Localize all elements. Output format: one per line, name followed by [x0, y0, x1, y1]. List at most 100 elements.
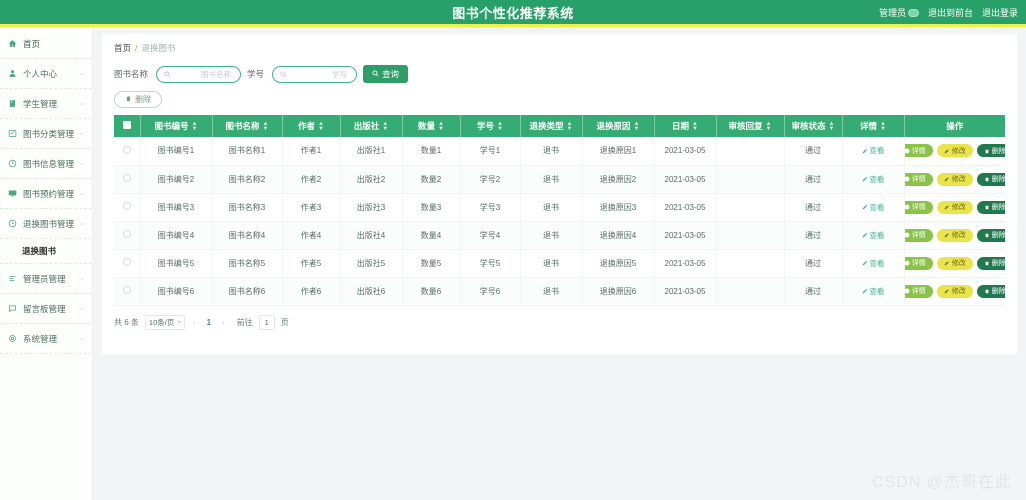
sidebar-item-book-info-management[interactable]: 图书信息管理 ⌄: [0, 149, 92, 179]
cell-return-type: 退书: [520, 165, 583, 194]
col-return-type[interactable]: 退换类型 ▲ ▼: [520, 115, 583, 137]
search-button[interactable]: 查询: [363, 65, 409, 83]
sidebar-item-label: 管理员管理: [23, 273, 66, 284]
cell-return-type: 退书: [520, 193, 583, 222]
cell-operations[interactable]: 详情 修改 删除: [904, 165, 1005, 194]
book-name-field[interactable]: [156, 65, 242, 83]
sidebar-item-book-category-management[interactable]: 图书分类管理 ⌄: [0, 119, 92, 149]
sidebar-subitem-label: 退换图书: [22, 246, 57, 256]
page-number-1[interactable]: 1: [204, 318, 214, 327]
row-select-checkbox[interactable]: [114, 249, 141, 278]
sidebar-item-message-board-management[interactable]: 留言板管理 ⌄: [0, 294, 92, 324]
prev-page-button[interactable]: ‹: [191, 318, 198, 327]
row-select-checkbox[interactable]: [114, 277, 141, 306]
sidebar: 首页 个人中心 ⌄ 学生管理 ⌄ 图书分类管理 ⌄ 图书信息管理 ⌄ 图书预约管…: [0, 27, 93, 500]
row-select-checkbox[interactable]: [114, 137, 141, 166]
sort-icon: ▲ ▼: [880, 120, 886, 132]
sort-icon: ▲ ▼: [438, 120, 444, 132]
col-detail[interactable]: 详情 ▲ ▼: [842, 115, 905, 137]
cell-book-id: 图书编号5: [140, 249, 213, 278]
col-publisher[interactable]: 出版社 ▲ ▼: [340, 115, 403, 137]
cell-review-status: 通过: [784, 193, 843, 222]
cell-operations[interactable]: 详情 修改 删除: [904, 137, 1005, 166]
breadcrumb-current: 退换图书: [141, 43, 176, 53]
logout-link[interactable]: 退出登录: [982, 6, 1018, 19]
row-select-checkbox[interactable]: [114, 193, 141, 222]
book-icon: [7, 98, 18, 109]
cell-operations[interactable]: 详情 修改 删除: [904, 277, 1005, 306]
grid-icon: [7, 128, 18, 139]
col-book-id[interactable]: 图书编号 ▲ ▼: [140, 115, 213, 137]
bulk-delete-button[interactable]: 删除: [114, 91, 162, 108]
cell-detail[interactable]: 查看: [842, 137, 905, 166]
chevron-down-icon: ⌄: [79, 70, 85, 77]
cell-publisher: 出版社6: [340, 277, 403, 306]
cell-date: 2021-03-05: [654, 249, 717, 278]
cell-detail[interactable]: 查看: [842, 277, 905, 306]
book-name-input[interactable]: [175, 68, 234, 80]
cell-return-type: 退书: [520, 221, 583, 250]
table-row: 图书编号5 图书名称5 作者5 出版社5 数量5 学号5 退书 退换原因5 2021-03-05…: [114, 249, 1005, 278]
col-review-status[interactable]: 审核状态 ▲ ▼: [784, 115, 843, 137]
exit-to-frontend-link[interactable]: 退出到前台: [928, 6, 973, 19]
col-book-name[interactable]: 图书名称 ▲ ▼: [212, 115, 283, 137]
sidebar-item-label: 首页: [23, 38, 41, 49]
cell-review-status: 通过: [784, 221, 843, 250]
student-id-input[interactable]: [291, 68, 350, 80]
cell-detail[interactable]: 查看: [842, 221, 905, 250]
cell-publisher: 出版社3: [340, 193, 403, 222]
jump-page-input[interactable]: [258, 314, 275, 330]
cell-detail[interactable]: 查看: [842, 249, 905, 278]
page-size-select[interactable]: 10条/页 ▾: [144, 314, 185, 330]
cell-review-reply: [716, 277, 785, 306]
sidebar-item-home[interactable]: 首页: [0, 29, 92, 59]
sidebar-item-system-management[interactable]: 系统管理 ⌄: [0, 324, 92, 354]
cell-operations[interactable]: 详情 修改 删除: [904, 249, 1005, 278]
cell-book-id: 图书编号3: [140, 193, 213, 222]
sidebar-item-admin-management[interactable]: 管理员管理 ⌄: [0, 264, 92, 294]
cell-date: 2021-03-05: [654, 165, 717, 194]
sort-icon: ▲ ▼: [262, 120, 269, 132]
col-author[interactable]: 作者 ▲ ▼: [282, 115, 341, 137]
sort-icon: ▲ ▼: [692, 120, 698, 132]
data-table-wrapper: 图书编号 ▲ ▼ 图书名称 ▲ ▼ 作者 ▲ ▼ 出版社 ▲ ▼ 数量 ▲ ▼ 学号 ▲ ▼ 退换类型 ▲…: [102, 115, 1017, 306]
cell-operations[interactable]: 详情 修改 删除: [904, 221, 1005, 250]
cell-review-status: 通过: [784, 277, 843, 306]
cell-operations[interactable]: 详情 修改 删除: [904, 193, 1005, 222]
table-row: 图书编号4 图书名称4 作者4 出版社4 数量4 学号4 退书 退换原因4 2021-03-05…: [114, 221, 1005, 250]
col-review-reply[interactable]: 审核回复 ▲ ▼: [716, 115, 785, 137]
message-icon: [7, 303, 18, 314]
row-select-checkbox[interactable]: [114, 165, 141, 194]
row-select-checkbox[interactable]: [114, 221, 141, 250]
breadcrumb-home[interactable]: 首页: [114, 42, 131, 54]
cell-return-reason: 退换原因6: [582, 277, 655, 306]
sidebar-item-personal-center[interactable]: 个人中心 ⌄: [0, 59, 92, 89]
sidebar-item-student-management[interactable]: 学生管理 ⌄: [0, 89, 92, 119]
cell-date: 2021-03-05: [654, 221, 717, 250]
cell-student-id: 学号5: [460, 249, 521, 278]
sort-icon: ▲ ▼: [382, 120, 389, 132]
chevron-down-icon: ⌄: [79, 305, 85, 312]
student-id-field[interactable]: [272, 65, 358, 83]
chevron-down-icon: ⌄: [79, 100, 85, 107]
sidebar-item-label: 学生管理: [23, 98, 58, 109]
list-icon: [7, 273, 18, 284]
col-student-id[interactable]: 学号 ▲ ▼: [460, 115, 521, 137]
col-quantity[interactable]: 数量 ▲ ▼: [402, 115, 461, 137]
cell-author: 作者2: [282, 165, 341, 194]
cell-publisher: 出版社1: [340, 137, 403, 166]
select-all-checkbox[interactable]: [122, 121, 131, 129]
sidebar-item-book-reservation-management[interactable]: 图书预约管理 ⌄: [0, 179, 92, 209]
col-date[interactable]: 日期 ▲ ▼: [654, 115, 717, 137]
home-icon: [7, 38, 18, 49]
sidebar-item-return-book-management[interactable]: 退换图书管理 ⌄: [0, 209, 92, 239]
cell-author: 作者1: [282, 137, 341, 166]
col-return-reason[interactable]: 退换原因 ▲ ▼: [582, 115, 655, 137]
cell-book-id: 图书编号4: [140, 221, 213, 250]
next-page-button[interactable]: ›: [220, 318, 227, 327]
select-all-header[interactable]: [114, 115, 141, 137]
cell-detail[interactable]: 查看: [842, 193, 905, 222]
chevron-down-icon: ⌄: [79, 190, 85, 197]
sidebar-subitem-return-book[interactable]: 退换图书: [0, 239, 92, 264]
cell-detail[interactable]: 查看: [842, 165, 905, 194]
